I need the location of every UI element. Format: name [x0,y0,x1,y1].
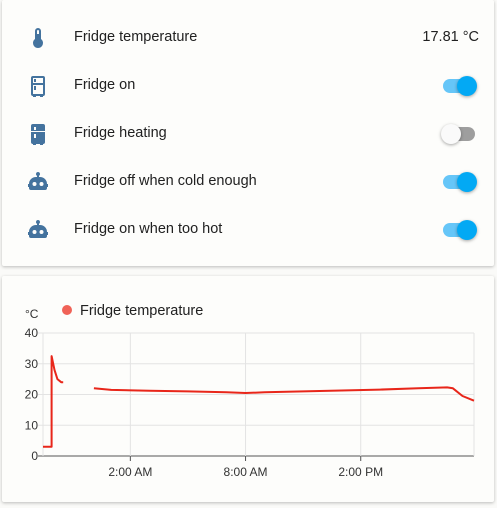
toggle-thumb[interactable] [457,172,477,192]
y-tick-label: 40 [25,326,39,340]
y-tick-label: 20 [25,388,39,402]
history-chart-card: Fridge temperature °C 0 10 20 30 40 2:00 AM 8:0… [2,276,494,502]
y-axis-unit-label: °C [25,307,39,321]
fridge-icon [26,74,50,98]
y-tick-label: 30 [25,357,39,371]
x-tick-label: 8:00 AM [224,465,268,479]
entity-label: Fridge heating [74,125,167,141]
fridge-on-when-hot-toggle[interactable] [441,220,477,240]
y-tick-label: 0 [31,449,38,463]
entity-label: Fridge off when cold enough [74,173,257,189]
entity-label: Fridge on when too hot [74,221,223,237]
entity-row-fridge-off-when-cold[interactable]: Fridge off when cold enough [2,158,494,206]
fridge-on-toggle[interactable] [441,76,477,96]
fridge-filled-icon [26,122,50,146]
entity-label: Fridge on [74,77,136,93]
entities-card: Fridge temperature 17.81 °C Fridge on Fr… [2,0,494,266]
robot-icon [26,218,50,242]
toggle-thumb[interactable] [457,220,477,240]
entity-row-fridge-temperature[interactable]: Fridge temperature 17.81 °C [2,14,494,62]
entity-state-value: 17.81 °C [422,29,479,45]
entity-row-fridge-on-when-hot[interactable]: Fridge on when too hot [2,206,494,254]
fridge-off-when-cold-toggle[interactable] [441,172,477,192]
toggle-thumb[interactable] [457,76,477,96]
history-chart: °C 0 10 20 30 40 2:00 AM 8:00 AM 2:00 PM [25,307,475,479]
x-tick-label: 2:00 PM [338,465,383,479]
thermometer-icon [26,26,50,50]
robot-icon [26,170,50,194]
entity-label: Fridge temperature [74,29,198,45]
y-tick-label: 10 [25,418,39,432]
series-line-fridge-temperature [43,355,64,448]
x-tick-label: 2:00 AM [108,465,152,479]
entity-row-fridge-on[interactable]: Fridge on [2,62,494,110]
fridge-heating-toggle[interactable] [441,124,477,144]
toggle-thumb[interactable] [441,124,461,144]
entity-row-fridge-heating[interactable]: Fridge heating [2,110,494,158]
